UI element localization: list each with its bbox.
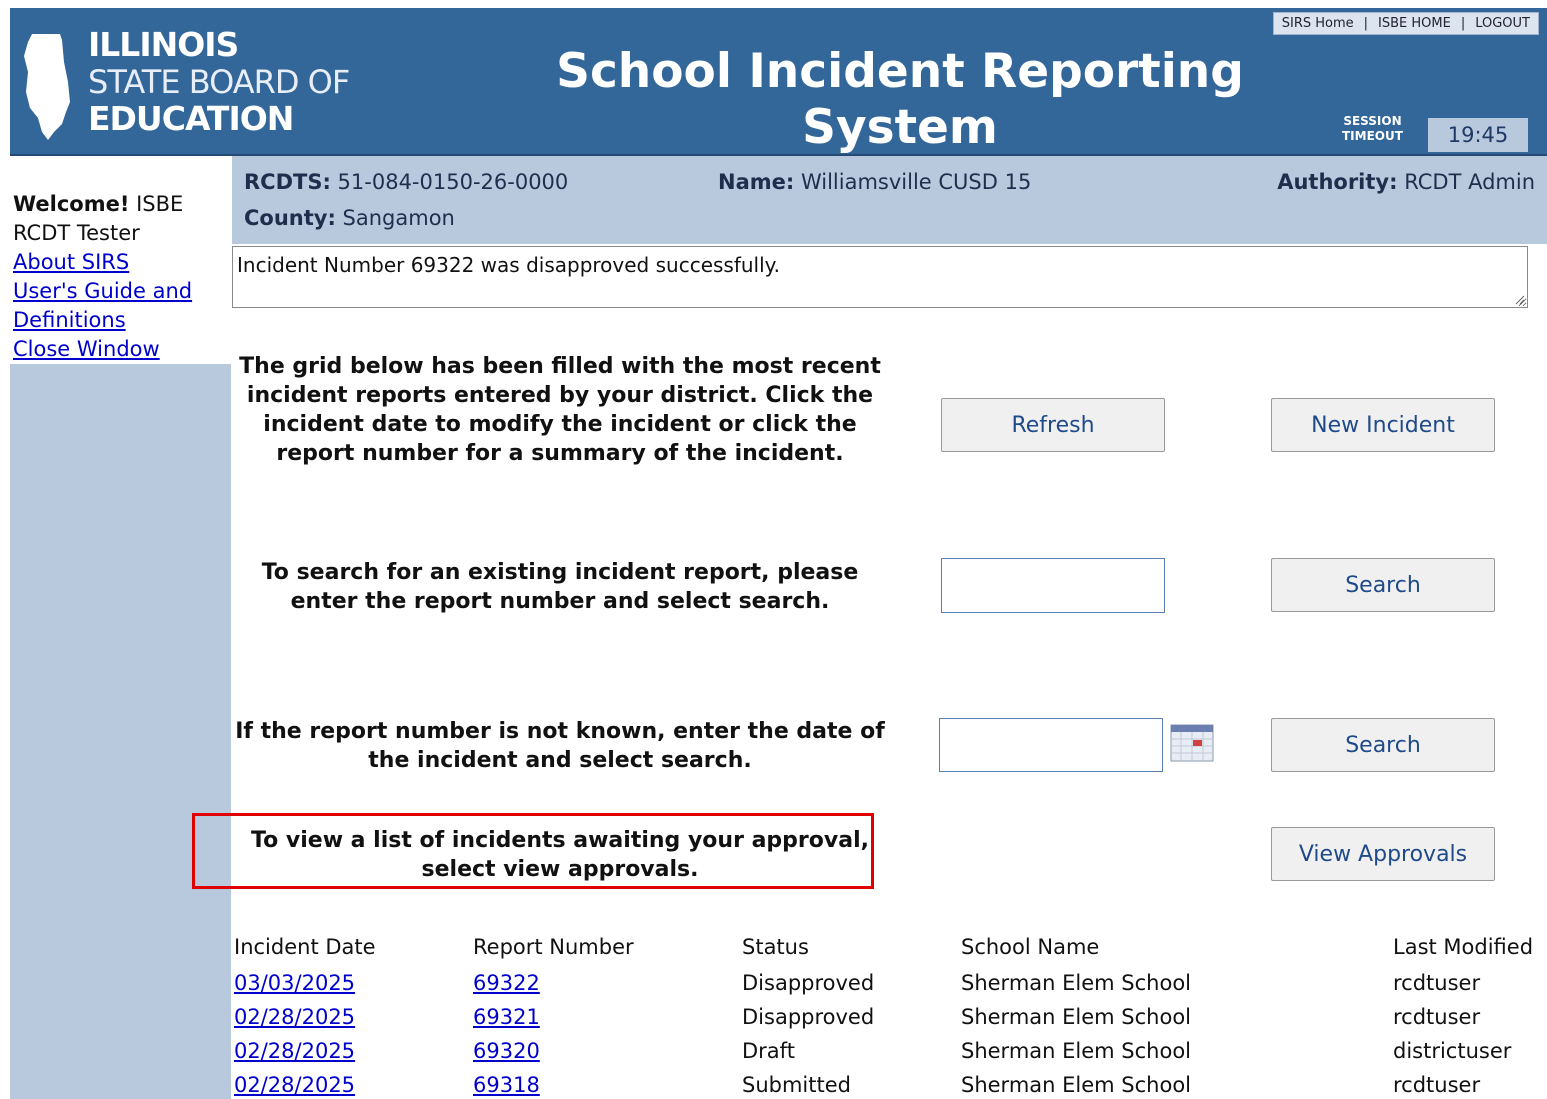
authority-info: Authority: RCDT Admin: [1277, 170, 1535, 194]
grid-info-text: The grid below has been filled with the …: [239, 354, 881, 466]
status-message: Incident Number 69322 was disapproved su…: [237, 253, 781, 277]
page-title: School Incident Reporting System: [556, 44, 1244, 155]
last-modified-cell: districtuser: [1393, 1039, 1512, 1063]
status-cell: Draft: [742, 1039, 795, 1063]
welcome-bold: Welcome!: [13, 192, 130, 216]
users-guide-link[interactable]: User's Guide and Definitions: [13, 277, 227, 335]
sidebar: Welcome! ISBE RCDT Tester About SIRS Use…: [10, 156, 231, 1099]
about-sirs-link[interactable]: About SIRS: [13, 248, 227, 277]
separator: |: [1460, 16, 1466, 31]
resize-grip-icon[interactable]: [1513, 293, 1525, 305]
report-number-link[interactable]: 69322: [473, 971, 540, 995]
header-report-number: Report Number: [473, 935, 634, 959]
illinois-state-icon: [24, 34, 70, 140]
new-incident-button[interactable]: New Incident: [1271, 398, 1495, 452]
incident-date-link[interactable]: 02/28/2025: [234, 1005, 355, 1029]
authority-label: Authority:: [1277, 170, 1398, 194]
session-timer: 19:45: [1428, 118, 1528, 152]
session-label-line-1: SESSION: [1343, 114, 1402, 128]
session-timeout-label: SESSION TIMEOUT: [1342, 114, 1403, 144]
school-name-cell: Sherman Elem School: [961, 1005, 1192, 1029]
search-number-instructions: To search for an existing incident repor…: [261, 560, 859, 614]
page-header: ILLINOIS STATE BOARD OF EDUCATION School…: [10, 8, 1547, 156]
incident-date-link[interactable]: 03/03/2025: [234, 971, 355, 995]
rcdts-label: RCDTS:: [244, 170, 331, 194]
header-status: Status: [742, 935, 809, 959]
report-number-input[interactable]: [941, 558, 1165, 613]
name-value: Williamsville CUSD 15: [794, 170, 1032, 194]
incident-date-input[interactable]: [939, 718, 1163, 772]
search-date-instructions: If the report number is not known, enter…: [235, 719, 885, 773]
status-message-box[interactable]: Incident Number 69322 was disapproved su…: [232, 246, 1528, 308]
header-school-name: School Name: [961, 935, 1100, 959]
top-links: SIRS Home | ISBE HOME | LOGOUT: [1272, 12, 1539, 35]
view-approvals-button[interactable]: View Approvals: [1271, 827, 1495, 881]
sidebar-content: Welcome! ISBE RCDT Tester About SIRS Use…: [10, 156, 231, 364]
incident-date-link[interactable]: 02/28/2025: [234, 1073, 355, 1097]
school-name-cell: Sherman Elem School: [961, 971, 1192, 995]
session-label-line-2: TIMEOUT: [1342, 129, 1403, 143]
name-info: Name: Williamsville CUSD 15: [718, 170, 1031, 194]
report-number-link[interactable]: 69321: [473, 1005, 540, 1029]
search-by-date-button[interactable]: Search: [1271, 718, 1495, 772]
isbe-home-link[interactable]: ISBE HOME: [1378, 16, 1451, 31]
county-label: County:: [244, 206, 336, 230]
authority-value: RCDT Admin: [1397, 170, 1535, 194]
last-modified-cell: rcdtuser: [1393, 971, 1481, 995]
incident-date-link[interactable]: 02/28/2025: [234, 1039, 355, 1063]
rcdts-info: RCDTS: 51-084-0150-26-0000: [244, 170, 568, 194]
isbe-logo[interactable]: ILLINOIS STATE BOARD OF EDUCATION: [24, 28, 404, 148]
logo-line-1: ILLINOIS: [88, 25, 239, 64]
header-last-modified: Last Modified: [1393, 935, 1534, 959]
logo-line-3: EDUCATION: [88, 99, 294, 138]
header-incident-date: Incident Date: [234, 935, 376, 959]
school-name-cell: Sherman Elem School: [961, 1073, 1192, 1097]
school-name-cell: Sherman Elem School: [961, 1039, 1192, 1063]
county-value: Sangamon: [335, 206, 455, 230]
status-cell: Disapproved: [742, 971, 875, 995]
rcdts-value: 51-084-0150-26-0000: [330, 170, 569, 194]
sirs-home-link[interactable]: SIRS Home: [1282, 16, 1354, 31]
last-modified-cell: rcdtuser: [1393, 1005, 1481, 1029]
logo-line-2: STATE BOARD OF: [88, 63, 350, 101]
search-by-number-button[interactable]: Search: [1271, 558, 1495, 612]
logout-link[interactable]: LOGOUT: [1475, 16, 1530, 31]
report-number-link[interactable]: 69320: [473, 1039, 540, 1063]
status-cell: Disapproved: [742, 1005, 875, 1029]
county-info: County: Sangamon: [244, 206, 455, 230]
report-number-link[interactable]: 69318: [473, 1073, 540, 1097]
name-label: Name:: [718, 170, 795, 194]
status-cell: Submitted: [742, 1073, 851, 1097]
calendar-icon[interactable]: [1170, 724, 1214, 762]
refresh-button[interactable]: Refresh: [941, 398, 1165, 452]
close-window-link[interactable]: Close Window: [13, 335, 227, 364]
highlight-box: [192, 813, 874, 889]
district-info-bar: RCDTS: 51-084-0150-26-0000 Name: William…: [232, 156, 1547, 244]
separator: |: [1363, 16, 1369, 31]
welcome-text: Welcome! ISBE RCDT Tester: [13, 190, 227, 248]
last-modified-cell: rcdtuser: [1393, 1073, 1481, 1097]
